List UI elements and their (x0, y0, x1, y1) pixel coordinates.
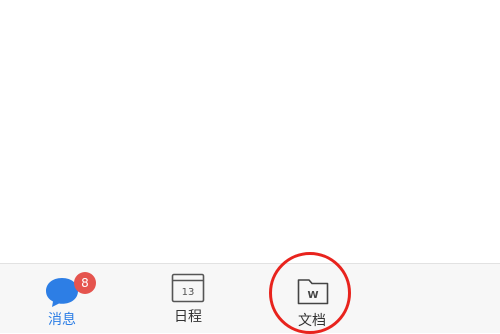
unread-badge: 8 (74, 272, 96, 294)
tab-schedule[interactable]: 13 日程 (156, 264, 220, 334)
tab-schedule-label: 日程 (174, 309, 202, 325)
tab-documents-label: 文档 (298, 313, 326, 329)
word-doc-glyph: W (307, 290, 318, 301)
calendar-date-number: 13 (182, 287, 195, 298)
calendar-icon: 13 (171, 273, 205, 303)
tab-messages[interactable]: 8 消息 (30, 264, 110, 334)
main-content-area (0, 0, 500, 263)
tab-documents[interactable]: W 文档 (280, 264, 344, 334)
document-folder-icon: W (297, 279, 329, 305)
bottom-tab-bar: 8 消息 13 日程 W 文档 (0, 263, 500, 333)
tab-messages-label: 消息 (48, 312, 76, 328)
